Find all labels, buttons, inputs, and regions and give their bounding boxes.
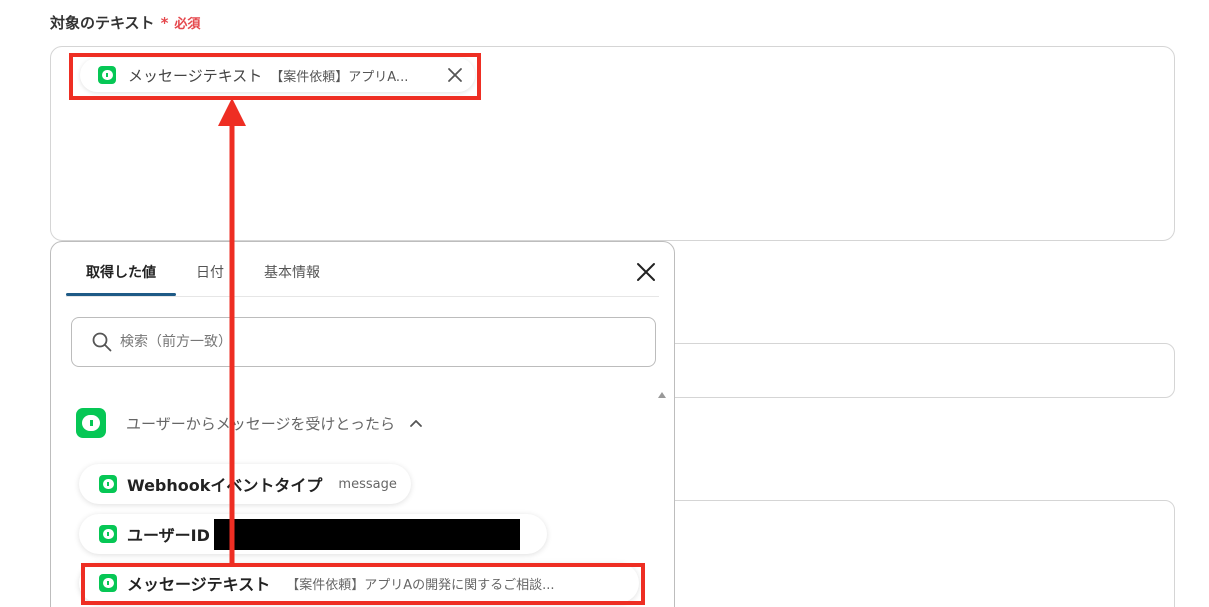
value-item-user-id[interactable]: ユーザーID — [79, 514, 547, 554]
tabs-divider — [66, 296, 659, 297]
line-app-icon — [99, 574, 117, 592]
item-label: ユーザーID — [127, 526, 210, 545]
search-input[interactable] — [120, 334, 640, 350]
picker-tabs: 取得した値 日付 基本情報 — [66, 242, 340, 296]
redacted-value — [213, 518, 520, 550]
required-text: 必須 — [174, 17, 201, 32]
line-app-icon — [76, 408, 106, 438]
trigger-section-header[interactable]: ユーザーからメッセージを受けとったら — [76, 408, 423, 438]
background-input-field[interactable] — [660, 343, 1175, 398]
tab-date[interactable]: 日付 — [176, 242, 244, 296]
token-value: 【案件依頼】アプリA... — [270, 69, 409, 85]
item-value: 【案件依頼】アプリAの開発に関するご相談... — [286, 577, 555, 593]
item-label: Webhookイベントタイプ — [127, 476, 323, 495]
line-app-icon — [99, 475, 117, 493]
value-item-message-text[interactable]: メッセージテキスト 【案件依頼】アプリAの開発に関するご相談... — [79, 563, 639, 603]
item-value: message — [338, 476, 397, 492]
chevron-up-icon[interactable] — [409, 418, 423, 428]
required-asterisk: * — [160, 14, 169, 32]
close-icon[interactable] — [636, 262, 656, 282]
value-item-webhook-event-type[interactable]: Webhookイベントタイプ message — [79, 464, 411, 504]
field-label-text: 対象のテキスト — [50, 14, 155, 32]
scrollbar-up-arrow[interactable] — [658, 392, 666, 398]
item-label: メッセージテキスト — [127, 575, 271, 594]
line-app-icon — [98, 66, 116, 84]
line-app-icon — [99, 525, 117, 543]
value-picker-panel: 取得した値 日付 基本情報 ユーザーからメッセージを受けとったら Webhook… — [50, 241, 675, 607]
token-name: メッセージテキスト — [128, 66, 263, 85]
tab-retrieved-values[interactable]: 取得した値 — [66, 242, 176, 296]
background-textarea-field[interactable] — [660, 500, 1175, 607]
inserted-token-chip[interactable]: メッセージテキスト 【案件依頼】アプリA... — [80, 58, 475, 92]
close-icon[interactable] — [447, 67, 463, 83]
search-box — [71, 317, 656, 367]
search-icon — [92, 332, 112, 352]
tab-basic-info[interactable]: 基本情報 — [244, 242, 340, 296]
field-label: 対象のテキスト * 必須 — [50, 12, 200, 33]
section-title: ユーザーからメッセージを受けとったら — [126, 414, 395, 433]
